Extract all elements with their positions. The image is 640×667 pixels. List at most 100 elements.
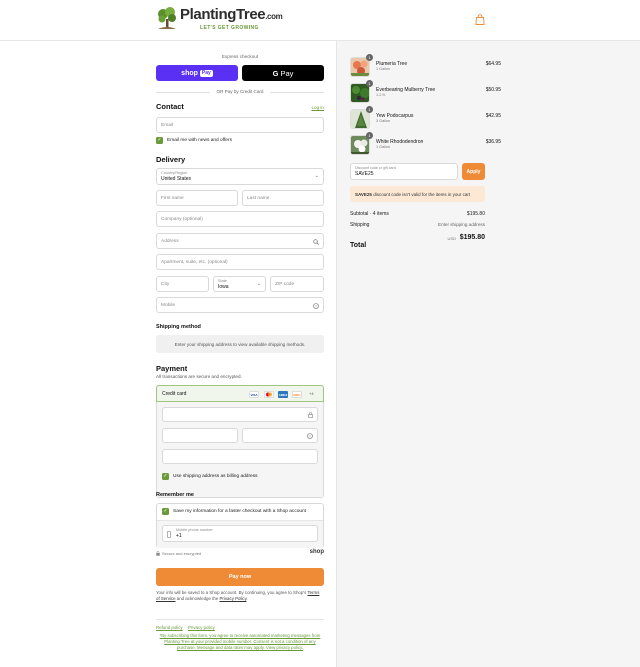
subtotal-row: Subtotal · 4 items $195.80 (350, 211, 485, 217)
subtotal-label: Subtotal · 4 items (350, 211, 389, 217)
total-row: Total USD $195.80 (350, 234, 485, 252)
shopping-bag-icon[interactable] (475, 14, 485, 25)
subtotal-value: $195.80 (466, 211, 485, 217)
security-code-field[interactable]: ? (242, 428, 318, 443)
city-field[interactable]: City (156, 276, 209, 292)
mobile-field[interactable]: Mobile ? (156, 297, 324, 313)
mastercard-icon (264, 391, 274, 398)
item-price: $36.95 (485, 139, 501, 145)
legal-end: . (246, 596, 248, 601)
cart-item: 1 Everbearing Mulberry Tree 1-2 ft. $50.… (350, 80, 501, 105)
credit-card-option[interactable]: Credit card VISA AMEX DISC +4 (156, 385, 324, 402)
apply-discount-button[interactable]: Apply (462, 163, 485, 180)
news-checkbox[interactable]: ✓ Email me with news and offers (156, 137, 232, 144)
shop-logo: shop (309, 549, 324, 555)
google-pay-text: Pay (280, 68, 294, 78)
phone-area: Mobile phone number +1 (157, 520, 323, 548)
brand-tagline: LET'S GET GROWING (200, 25, 259, 31)
billing-checkbox[interactable]: ✓ Use shipping address as billing addres… (162, 473, 258, 480)
legal-line1: Your info will be saved to a Shop accoun… (156, 590, 307, 595)
express-checkout-label: Express checkout (221, 54, 259, 59)
country-select[interactable]: Country/Region United States ⌄ (156, 168, 324, 185)
quantity-badge: 1 (366, 106, 373, 113)
pay-now-button[interactable]: Pay now (156, 568, 324, 586)
shop-pay-button[interactable]: shop Pay (156, 65, 238, 81)
billing-checkbox-label: Use shipping address as billing address (173, 474, 258, 479)
brand-logo[interactable]: PlantingTree.com LET'S GET GROWING (156, 6, 283, 34)
last-name-field[interactable]: Last name (242, 190, 324, 206)
payment-heading: Payment (156, 364, 188, 373)
city-placeholder: City (161, 281, 170, 287)
total-value: $195.80 (459, 234, 485, 241)
help-circle-icon[interactable]: ? (307, 433, 313, 439)
item-price: $50.95 (485, 87, 501, 93)
shipping-method-heading: Shipping method (156, 324, 201, 330)
name-on-card-field[interactable] (162, 449, 318, 464)
amex-icon: AMEX (278, 391, 288, 398)
address-placeholder: Address (161, 238, 179, 244)
refund-policy-link[interactable]: Refund policy (156, 625, 183, 630)
currency-label: USD (447, 236, 456, 241)
apartment-field[interactable]: Apartment, suite, etc. (optional) (156, 254, 324, 270)
expiration-field[interactable] (162, 428, 238, 443)
more-brands-label: +4 (309, 391, 314, 396)
privacy-policy-link[interactable]: Privacy Policy (220, 596, 247, 601)
company-field[interactable]: Company (optional) (156, 211, 324, 227)
warning-text: discount code isn't valid for the items … (373, 191, 471, 197)
cart-item: 1 White Rhododendron 1 Gallon $36.95 (350, 132, 501, 157)
brand-name: PlantingTree (180, 6, 266, 23)
privacy-policy-footer-link[interactable]: Privacy policy (188, 625, 215, 630)
checkbox-checked-icon: ✓ (162, 473, 169, 480)
item-size: 1 Gallon (376, 67, 391, 71)
zip-field[interactable]: ZIP code (270, 276, 324, 292)
lock-icon (308, 412, 313, 418)
chevron-down-icon: ⌄ (314, 173, 319, 179)
mobile-placeholder: Mobile (161, 302, 176, 308)
checkbox-checked-icon: ✓ (156, 137, 163, 144)
google-g-icon: G (272, 68, 279, 78)
or-divider: OR Pay by Credit Card (156, 89, 324, 95)
help-circle-icon[interactable]: ? (313, 303, 319, 309)
visa-icon: VISA (249, 391, 259, 398)
card-number-field[interactable] (162, 407, 318, 422)
discount-code-field[interactable]: Discount code or gift card SAVE25 (350, 163, 458, 180)
credit-card-block: Credit card VISA AMEX DISC +4 ? ✓ Use sh… (156, 385, 324, 498)
mobile-phone-field[interactable]: Mobile phone number +1 (162, 525, 318, 542)
remember-me-heading: Remember me (156, 492, 194, 498)
email-field[interactable]: Email (156, 117, 324, 133)
quantity-badge: 1 (366, 54, 373, 61)
first-name-field[interactable]: First name (156, 190, 238, 206)
sms-consent-notice[interactable]: *By subscribing this form, you agree to … (156, 633, 324, 651)
chevron-down-icon: ⌄ (256, 281, 261, 287)
checkbox-checked-icon: ✓ (162, 508, 169, 515)
email-placeholder: Email (161, 122, 173, 128)
lock-icon (156, 551, 160, 556)
shipping-row: Shipping Enter shipping address (350, 222, 485, 228)
warning-code: SAVE25 (355, 191, 372, 197)
discount-warning: SAVE25 discount code isn't valid for the… (350, 186, 485, 202)
svg-text:?: ? (315, 304, 317, 308)
shop-legal-text: Your info will be saved to a Shop accoun… (156, 590, 324, 602)
remember-me-block: ✓ Save my information for a faster check… (156, 503, 324, 548)
google-pay-button[interactable]: G Pay (242, 65, 324, 81)
cart-item: 1 Yew Podocarpus 3 Gallon $42.95 (350, 106, 501, 131)
item-price: $64.95 (485, 61, 501, 67)
state-value: Iowa (218, 283, 229, 290)
save-info-label: Save my information for a faster checkou… (173, 509, 307, 514)
cart-item: 1 Plumeria Tree 1 Gallon $64.95 (350, 54, 501, 79)
news-checkbox-label: Email me with news and offers (167, 138, 232, 143)
shop-pay-badge: Pay (199, 69, 213, 77)
login-link[interactable]: Log in (311, 105, 324, 110)
credit-card-label: Credit card (162, 390, 187, 397)
state-select[interactable]: State Iowa ⌄ (213, 276, 266, 292)
item-size: 3 Gallon (376, 119, 391, 123)
save-info-checkbox[interactable]: ✓ Save my information for a faster check… (162, 508, 306, 515)
search-icon (313, 239, 319, 245)
card-fields: ? ✓ Use shipping address as billing addr… (157, 402, 323, 497)
brand-text: PlantingTree.com LET'S GET GROWING (180, 6, 283, 32)
tree-logo-icon (158, 7, 176, 29)
secure-row: Secure and encrypted (156, 551, 201, 556)
brand-domain: .com (265, 12, 283, 21)
item-size: 1 Gallon (376, 145, 391, 149)
address-field[interactable]: Address (156, 233, 324, 249)
